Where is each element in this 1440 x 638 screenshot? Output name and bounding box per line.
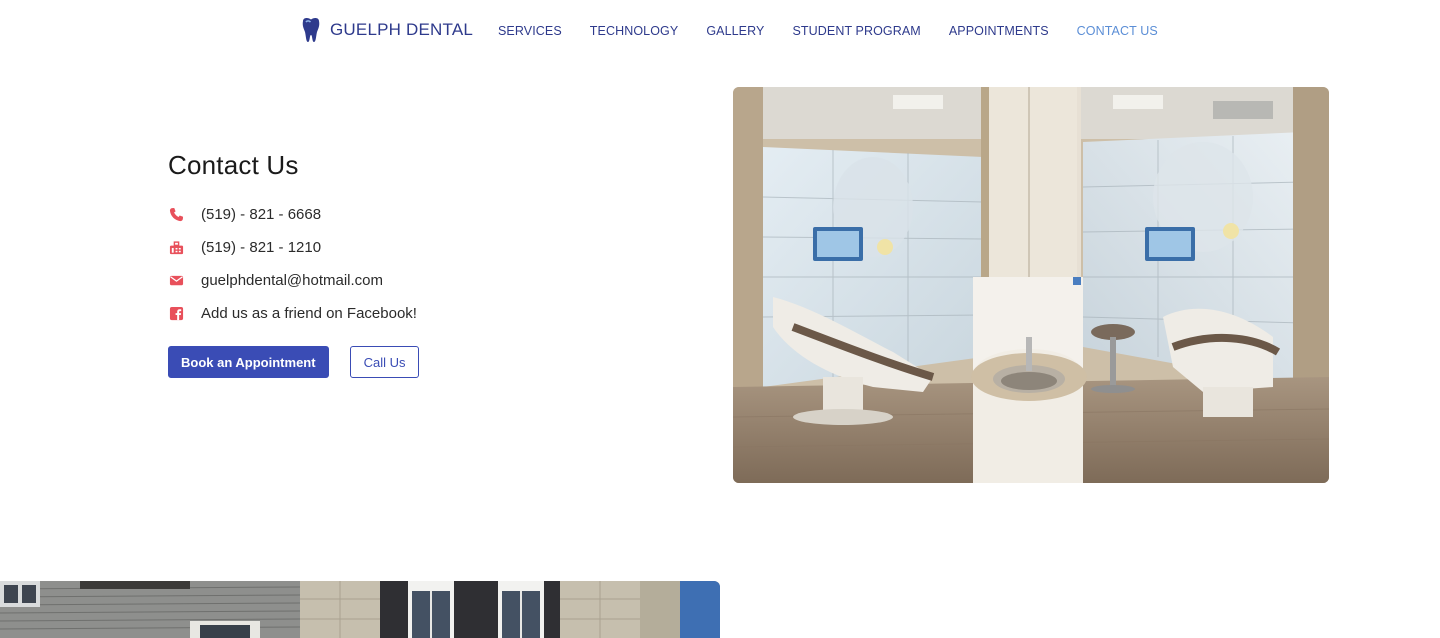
- building-exterior-photo: [0, 581, 720, 638]
- contact-title: Contact Us: [168, 150, 299, 180]
- fax-number: (519) - 821 - 1210: [201, 239, 322, 256]
- email-address: guelphdental@hotmail.com: [201, 272, 383, 289]
- call-us-button[interactable]: Call Us: [349, 346, 420, 378]
- nav-links: SERVICES TECHNOLOGY GALLERY STUDENT PROG…: [498, 24, 1186, 38]
- email-icon: [168, 273, 184, 289]
- brand[interactable]: GUELPH DENTAL: [300, 17, 473, 43]
- contact-section: Contact Us (519) - 821 - 6668 (519) - 82…: [168, 150, 588, 378]
- top-navigation: GUELPH DENTAL SERVICES TECHNOLOGY GALLER…: [0, 0, 1440, 62]
- dental-office-illustration: [733, 87, 1329, 483]
- facebook-icon: [168, 306, 184, 322]
- tooth-logo-icon: [302, 17, 320, 42]
- facebook-row[interactable]: Add us as a friend on Facebook!: [168, 294, 588, 333]
- nav-link-student-program[interactable]: STUDENT PROGRAM: [792, 24, 920, 38]
- nav-link-gallery[interactable]: GALLERY: [706, 24, 764, 38]
- dental-office-photo: [733, 87, 1329, 483]
- book-appointment-button[interactable]: Book an Appointment: [168, 346, 329, 378]
- nav-link-appointments[interactable]: APPOINTMENTS: [949, 24, 1049, 38]
- fax-icon: [168, 240, 184, 256]
- phone-number: (519) - 821 - 6668: [201, 206, 322, 223]
- facebook-link: Add us as a friend on Facebook!: [201, 305, 417, 322]
- nav-link-contact-us[interactable]: CONTACT US: [1077, 24, 1158, 38]
- contact-buttons: Book an Appointment Call Us: [168, 346, 588, 378]
- nav-link-technology[interactable]: TECHNOLOGY: [590, 24, 679, 38]
- building-exterior-illustration: [0, 581, 720, 638]
- brand-name: GUELPH DENTAL: [330, 20, 474, 39]
- nav-link-services[interactable]: SERVICES: [498, 24, 562, 38]
- phone-icon: [168, 207, 184, 223]
